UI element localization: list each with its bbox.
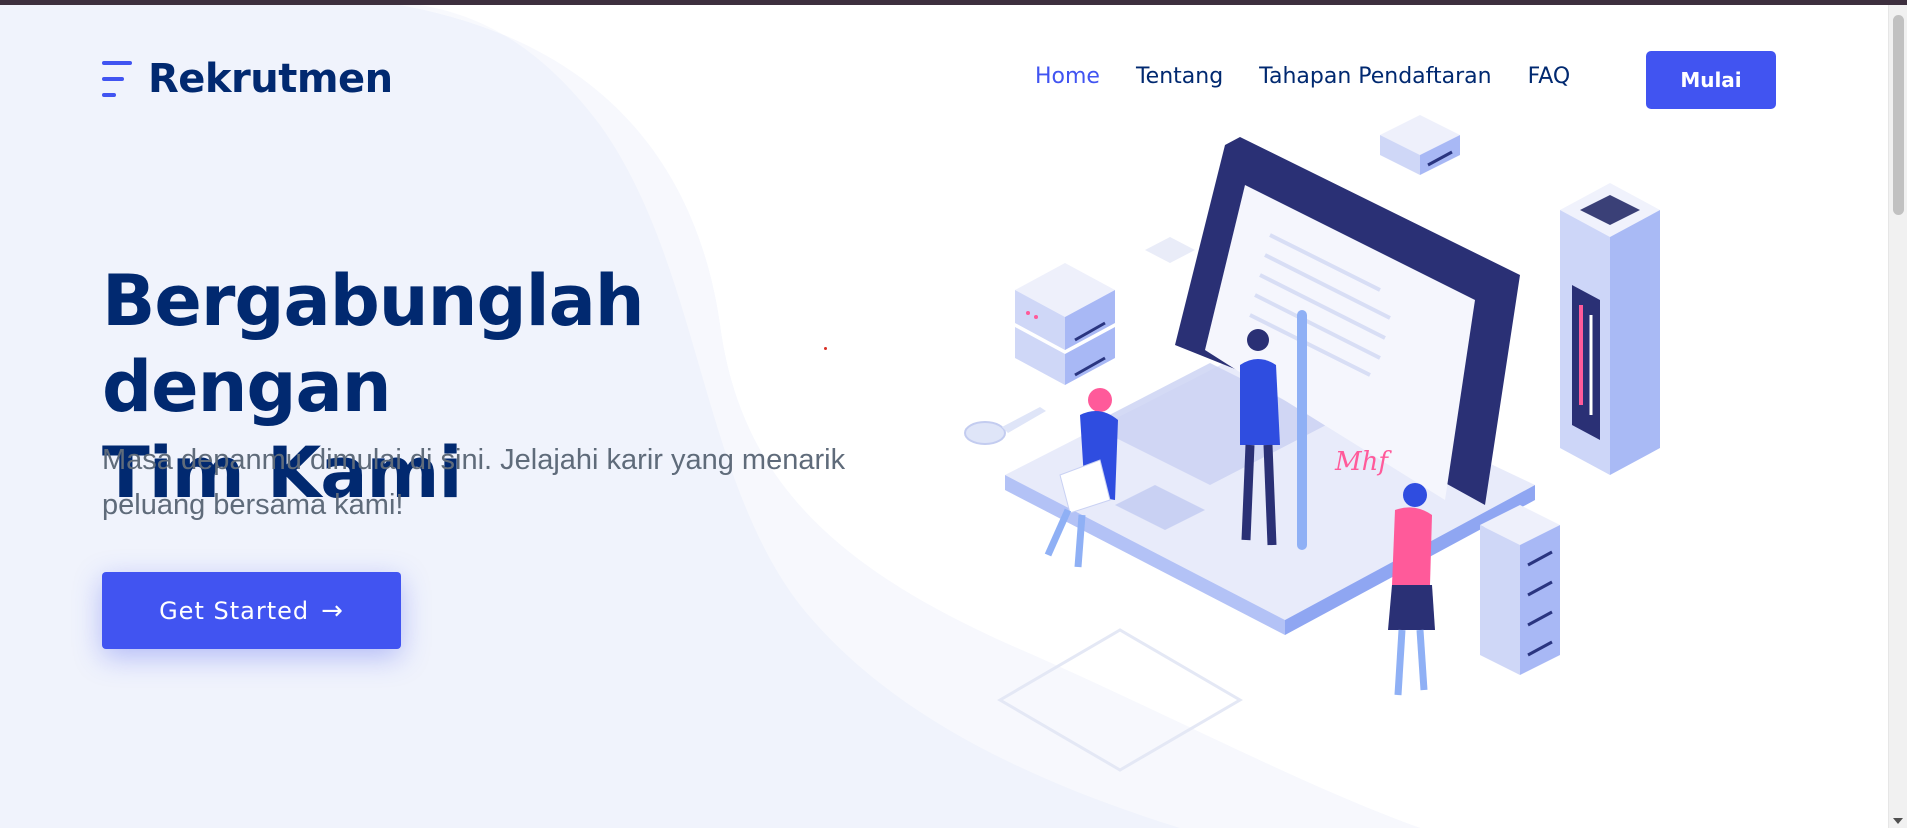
hero-title-line-1: Bergabunglah dengan — [102, 260, 645, 428]
get-started-label: Get Started — [159, 596, 310, 625]
hero-subtitle: Masa depanmu dimulai di sini. Jelajahi k… — [102, 438, 902, 528]
scrollbar-thumb[interactable] — [1893, 15, 1904, 215]
server-tower — [1560, 183, 1660, 475]
logo-text: Rekrutmen — [148, 56, 393, 102]
nav-item-faq[interactable]: FAQ — [1528, 64, 1571, 89]
hero-subtitle-line-2: peluang bersama kami! — [102, 489, 404, 521]
standing-woman-figure — [1388, 483, 1435, 696]
logo-link[interactable]: Rekrutmen — [102, 56, 393, 102]
stray-dot — [824, 347, 827, 350]
right-server-stack — [1480, 505, 1560, 675]
isometric-recruitment-illustration: Mhf — [964, 115, 1660, 772]
nav-item-tentang[interactable]: Tentang — [1136, 64, 1223, 89]
signature-text: Mhf — [1334, 447, 1392, 477]
left-server-stack — [1015, 263, 1115, 385]
mulai-button[interactable]: Mulai — [1646, 51, 1776, 109]
nav-item-tahapan-pendaftaran[interactable]: Tahapan Pendaftaran — [1259, 64, 1491, 89]
hero-subtitle-line-1: Masa depanmu dimulai di sini. Jelajahi k… — [102, 444, 846, 476]
get-started-button[interactable]: Get Started → — [102, 572, 401, 649]
scroll-down-arrow-icon[interactable] — [1893, 818, 1903, 824]
arrow-right-icon: → — [321, 595, 344, 626]
menu-lines-icon — [102, 61, 132, 97]
page-scrollbar[interactable] — [1888, 5, 1907, 828]
key-shape — [964, 407, 1046, 445]
nav-item-home[interactable]: Home — [1035, 64, 1100, 89]
main-nav: Home Tentang Tahapan Pendaftaran FAQ — [1035, 64, 1606, 89]
